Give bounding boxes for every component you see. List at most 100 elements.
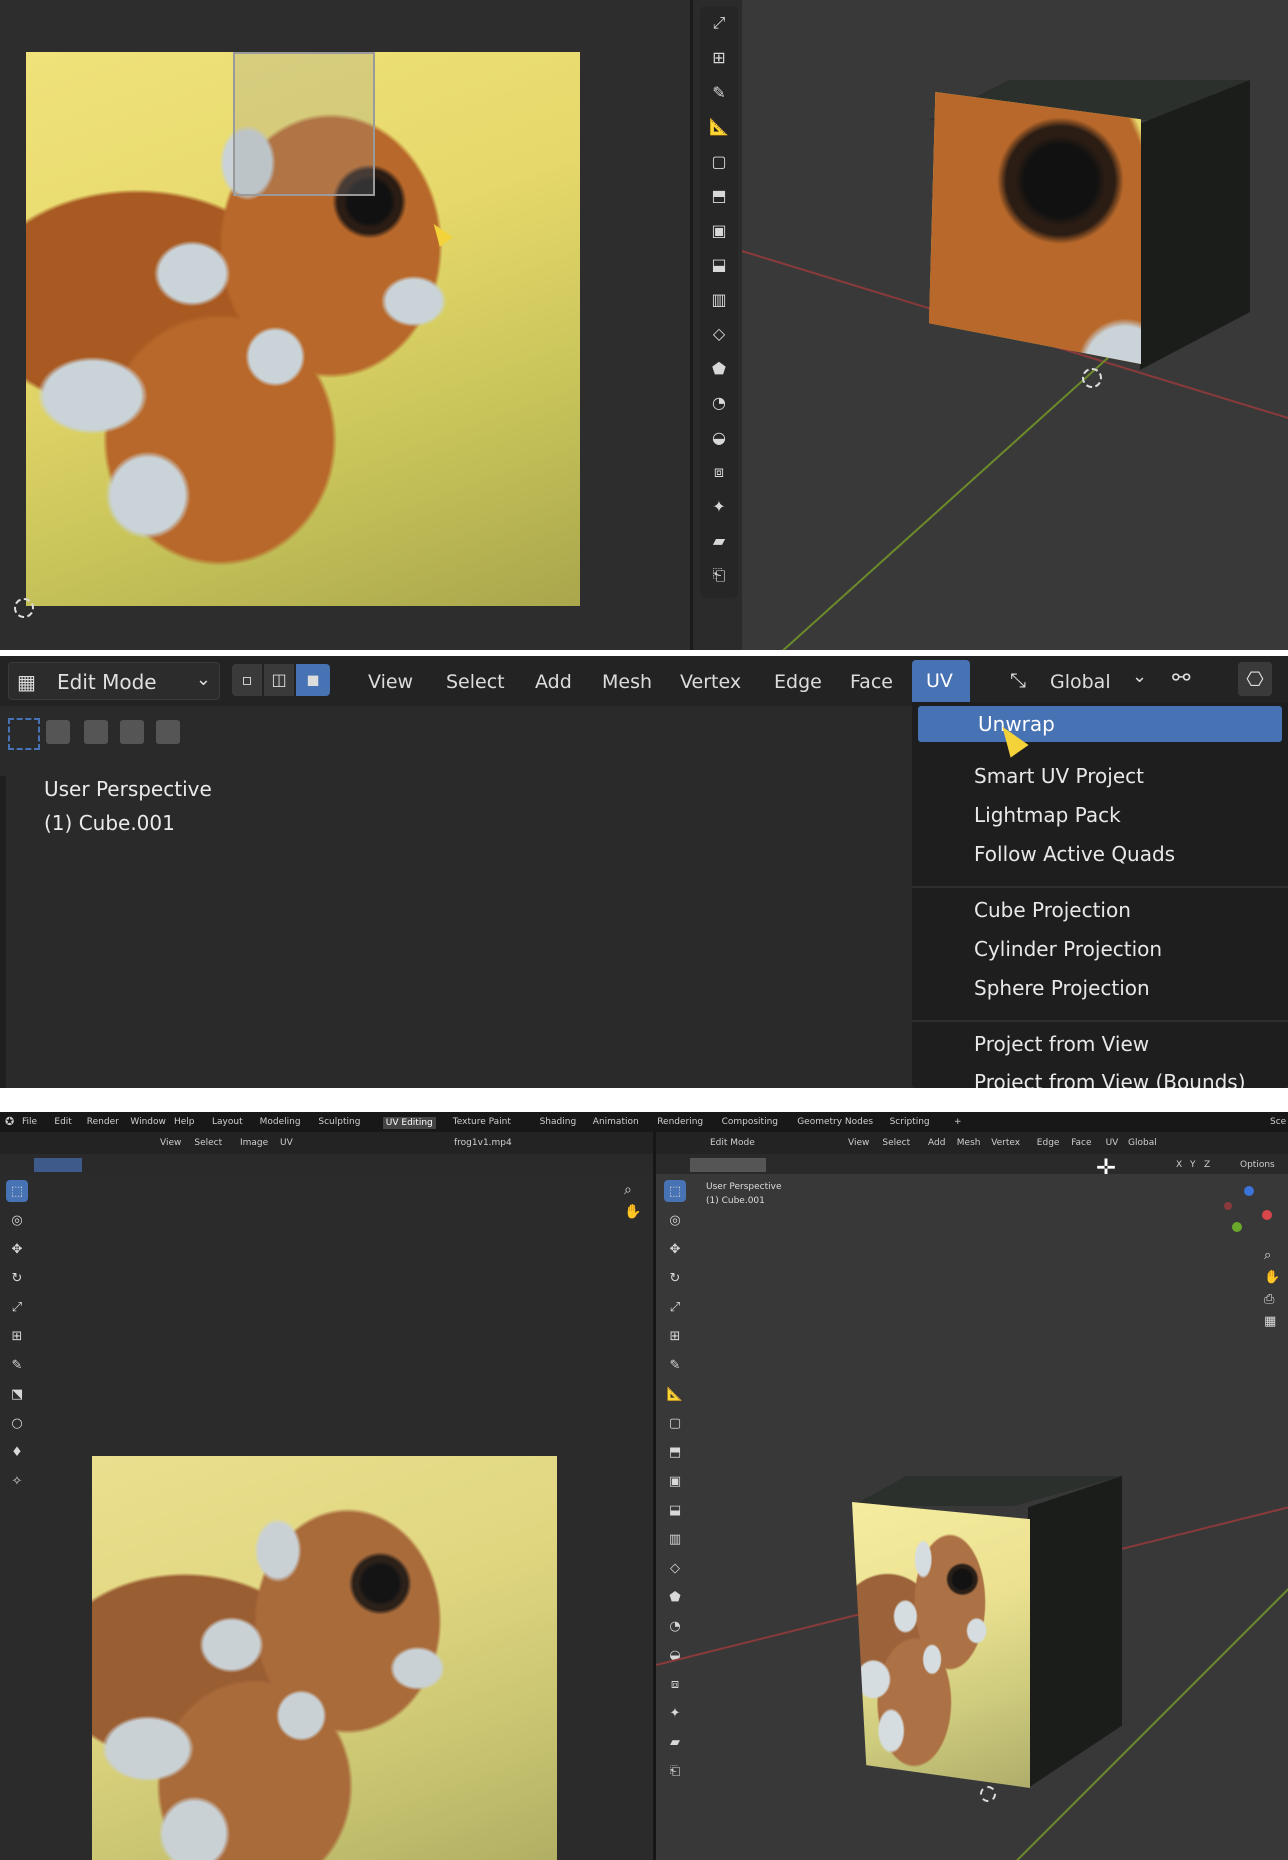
move-icon[interactable]: ✥: [664, 1238, 686, 1260]
menu-mesh[interactable]: Mesh: [602, 671, 652, 693]
pinch-icon[interactable]: ♦: [6, 1441, 28, 1463]
rotate-icon[interactable]: ↻: [6, 1267, 28, 1289]
workspace--[interactable]: +: [954, 1117, 962, 1127]
mode-selector[interactable]: ▦ Edit Mode ⌄: [8, 662, 220, 700]
vp-menu-view[interactable]: View: [848, 1138, 869, 1148]
select-vertex-button[interactable]: ▫: [232, 664, 262, 696]
spin-icon[interactable]: ◔: [706, 390, 732, 416]
knife-icon[interactable]: ◇: [664, 1557, 686, 1579]
move-icon[interactable]: ✥: [6, 1238, 28, 1260]
vp-menu-add[interactable]: Add: [928, 1138, 945, 1148]
uv-menu-lightmap-pack[interactable]: Lightmap Pack: [974, 803, 1121, 827]
select-face-button[interactable]: ◼: [296, 664, 330, 696]
uv-menu-unwrap[interactable]: Unwrap: [918, 706, 1282, 742]
shear-icon[interactable]: ▰: [706, 528, 732, 554]
loop-cut-icon[interactable]: ▥: [664, 1528, 686, 1550]
menu-edge[interactable]: Edge: [774, 671, 822, 693]
transform-icon[interactable]: ⊞: [664, 1325, 686, 1347]
menu-file[interactable]: File: [22, 1117, 37, 1127]
hand-icon[interactable]: ✋: [1264, 1270, 1280, 1285]
annotate-icon[interactable]: ✎: [664, 1354, 686, 1376]
select-icon[interactable]: ⬚: [664, 1180, 686, 1202]
viewport-3d-bottom[interactable]: ⬚ ◎ ✥ ↻ ⤢ ⊞ ✎ 📐 ▢ ⬒ ▣ ⬓ ▥ ◇ ⬟ ◔ ◒ ⧈ ✦ ▰ ⎗ User Perspective (…: [656, 1174, 1288, 1860]
options-button[interactable]: Options: [1240, 1160, 1275, 1170]
measure-icon[interactable]: 📐: [664, 1383, 686, 1405]
uv-menu-project-from-view-bounds[interactable]: Project from View (Bounds): [974, 1070, 1246, 1088]
select-intersect-icon[interactable]: [156, 720, 180, 744]
uv-menu-cylinder-projection[interactable]: Cylinder Projection: [974, 937, 1162, 961]
edge-slide-icon[interactable]: ⧈: [664, 1673, 686, 1695]
rip-region-icon[interactable]: ⬔: [6, 1383, 28, 1405]
axis-z-button[interactable]: Z: [1204, 1160, 1210, 1170]
workspace-modeling[interactable]: Modeling: [260, 1117, 301, 1127]
edge-slide-icon[interactable]: ⧈: [706, 459, 732, 485]
hand-icon[interactable]: ✋: [624, 1204, 641, 1220]
loop-cut-icon[interactable]: ▥: [706, 286, 732, 312]
area-divider[interactable]: [690, 0, 693, 650]
menu-view[interactable]: View: [368, 671, 413, 693]
viewport-3d-top[interactable]: [742, 0, 1288, 650]
zoom-icon[interactable]: ⌕: [624, 1182, 632, 1198]
uv-menu-follow-active-quads[interactable]: Follow Active Quads: [974, 842, 1175, 866]
axis-y-button[interactable]: Y: [1190, 1160, 1196, 1170]
knife-icon[interactable]: ◇: [706, 321, 732, 347]
transform-icon[interactable]: ⊞: [706, 45, 732, 71]
extrude-icon[interactable]: ⬒: [664, 1441, 686, 1463]
poly-build-icon[interactable]: ⬟: [706, 355, 732, 381]
menu-select[interactable]: Select: [446, 671, 505, 693]
select-subtract-icon[interactable]: [120, 720, 144, 744]
grid-icon[interactable]: ▦: [1264, 1314, 1276, 1329]
scale-icon[interactable]: ⤢: [6, 1296, 28, 1318]
uv-menu-image[interactable]: Image: [240, 1138, 268, 1148]
annotate-icon[interactable]: ✎: [6, 1354, 28, 1376]
menu-vertex[interactable]: Vertex: [680, 671, 741, 693]
select-box-tool[interactable]: [8, 718, 40, 750]
menu-edit[interactable]: Edit: [54, 1117, 71, 1127]
add-cube-icon[interactable]: ▢: [664, 1412, 686, 1434]
navigation-gizmo-icon[interactable]: [1222, 1186, 1278, 1242]
workspace-rendering[interactable]: Rendering: [657, 1117, 703, 1127]
vp-menu-edge[interactable]: Edge: [1037, 1138, 1060, 1148]
spin-icon[interactable]: ◔: [664, 1615, 686, 1637]
camera-icon[interactable]: ⎙: [1264, 1292, 1274, 1307]
extrude-icon[interactable]: ⬒: [706, 183, 732, 209]
inset-icon[interactable]: ▣: [664, 1470, 686, 1492]
rip-icon[interactable]: ⎗: [664, 1760, 686, 1782]
workspace-shading[interactable]: Shading: [540, 1117, 577, 1127]
snap-icon[interactable]: ⎔: [1238, 662, 1272, 696]
uv-menu-project-from-view[interactable]: Project from View: [974, 1032, 1149, 1056]
chevron-down-icon[interactable]: ⌄: [1132, 666, 1147, 687]
menu-add[interactable]: Add: [535, 671, 572, 693]
select-extend-icon[interactable]: [84, 720, 108, 744]
menu-help[interactable]: Help: [174, 1117, 195, 1127]
workspace-sculpting[interactable]: Sculpting: [318, 1117, 360, 1127]
workspace-texture-paint[interactable]: Texture Paint: [453, 1117, 511, 1127]
workspace-animation[interactable]: Animation: [593, 1117, 639, 1127]
cursor-icon[interactable]: ◎: [6, 1209, 28, 1231]
uv-menu-smart-uv-project[interactable]: Smart UV Project: [974, 764, 1144, 788]
scale-icon[interactable]: ⤢: [706, 10, 732, 36]
shrink-icon[interactable]: ✦: [706, 493, 732, 519]
poly-build-icon[interactable]: ⬟: [664, 1586, 686, 1608]
workspace-layout[interactable]: Layout: [212, 1117, 243, 1127]
zoom-icon[interactable]: ⌕: [1264, 1248, 1271, 1263]
mode-label-small[interactable]: Edit Mode: [710, 1138, 755, 1148]
transform-icon[interactable]: ⊞: [6, 1325, 28, 1347]
scale-icon[interactable]: ⤢: [664, 1296, 686, 1318]
inset-icon[interactable]: ▣: [706, 217, 732, 243]
rotate-icon[interactable]: ↻: [664, 1267, 686, 1289]
uv-island-square[interactable]: [233, 52, 375, 196]
grab-icon[interactable]: ○: [6, 1412, 28, 1434]
workspace-uv-editing[interactable]: UV Editing: [382, 1117, 436, 1129]
shrink-icon[interactable]: ✦: [664, 1702, 686, 1724]
menu-render[interactable]: Render: [87, 1117, 119, 1127]
axis-x-button[interactable]: X: [1176, 1160, 1182, 1170]
bevel-icon[interactable]: ⬓: [664, 1499, 686, 1521]
blender-logo-icon[interactable]: ✪: [5, 1115, 14, 1128]
menu-face[interactable]: Face: [850, 671, 893, 693]
bevel-icon[interactable]: ⬓: [706, 252, 732, 278]
vp-menu-face[interactable]: Face: [1071, 1138, 1091, 1148]
image-name[interactable]: frog1v1.mp4: [454, 1138, 512, 1148]
uv-menu-uv[interactable]: UV: [280, 1138, 293, 1148]
add-cube-icon[interactable]: ▢: [706, 148, 732, 174]
